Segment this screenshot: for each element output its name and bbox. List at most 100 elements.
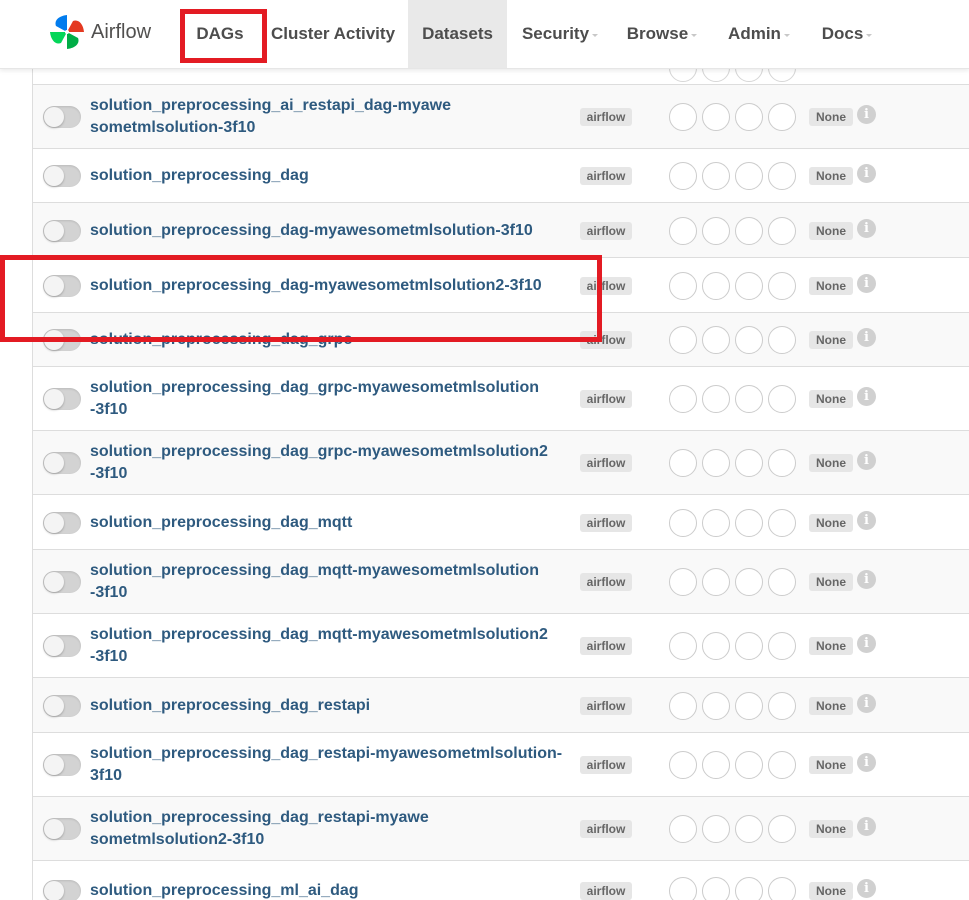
run-status-circle[interactable] — [735, 103, 763, 131]
owner-tag[interactable]: airflow — [580, 454, 632, 472]
run-status-circle[interactable] — [735, 877, 763, 900]
owner-tag[interactable]: airflow — [580, 331, 632, 349]
schedule-tag[interactable]: None — [809, 108, 853, 126]
run-status-circle[interactable] — [702, 449, 730, 477]
schedule-tag[interactable]: None — [809, 167, 853, 185]
info-icon[interactable]: i — [857, 105, 876, 124]
owner-tag[interactable]: airflow — [580, 513, 632, 532]
run-status-circle[interactable] — [735, 632, 763, 660]
schedule-tag[interactable]: None — [809, 454, 853, 472]
schedule-tag[interactable]: None — [809, 756, 853, 774]
nav-docs[interactable]: Docs — [815, 0, 879, 68]
run-status-circle[interactable] — [669, 326, 697, 354]
run-status-circle[interactable] — [702, 385, 730, 413]
info-icon[interactable]: i — [857, 879, 876, 898]
run-status-circle[interactable] — [669, 385, 697, 413]
run-status-circle[interactable] — [669, 751, 697, 779]
dag-pause-toggle[interactable] — [43, 880, 81, 900]
info-icon[interactable]: i — [857, 753, 876, 772]
run-status-circle[interactable] — [669, 632, 697, 660]
owner-tag[interactable]: airflow — [580, 390, 632, 408]
dag-name-link[interactable]: solution_preprocessing_dag_mqtt-myawesom… — [90, 560, 570, 604]
run-status-circle[interactable] — [669, 271, 697, 300]
run-status-circle[interactable] — [768, 216, 796, 245]
owner-tag[interactable]: airflow — [580, 221, 632, 240]
dag-pause-toggle[interactable] — [43, 329, 81, 351]
dag-name-link[interactable]: solution_preprocessing_dag_grpc-myawesom… — [90, 441, 570, 485]
nav-admin[interactable]: Admin — [722, 0, 796, 68]
info-icon[interactable]: i — [857, 218, 876, 238]
run-status-circle[interactable] — [669, 568, 697, 596]
run-status-circle[interactable] — [702, 632, 730, 660]
info-icon[interactable]: i — [857, 570, 876, 589]
run-status-circle[interactable] — [702, 568, 730, 596]
run-status-circle[interactable] — [768, 815, 796, 843]
info-icon[interactable]: i — [857, 634, 876, 653]
dag-pause-toggle[interactable] — [43, 754, 81, 776]
schedule-tag[interactable]: None — [809, 820, 853, 838]
owner-tag[interactable]: airflow — [580, 637, 632, 655]
dag-name-link[interactable]: solution_preprocessing_dag_mqtt — [90, 512, 570, 534]
schedule-tag[interactable]: None — [809, 573, 853, 591]
dag-pause-toggle[interactable] — [43, 106, 81, 128]
run-status-circle[interactable] — [702, 271, 730, 300]
dag-name-link[interactable]: solution_preprocessing_ai_restapi_dag-my… — [90, 95, 570, 139]
schedule-tag[interactable]: None — [809, 637, 853, 655]
dag-name-link[interactable]: solution_preprocessing_dag_restapi — [90, 695, 570, 717]
dag-pause-toggle[interactable] — [43, 511, 81, 534]
airflow-brand[interactable]: Airflow — [46, 12, 151, 52]
run-status-circle[interactable] — [735, 691, 763, 720]
dag-name-link[interactable]: solution_preprocessing_ml_ai_dag — [90, 880, 570, 900]
run-status-circle[interactable] — [669, 449, 697, 477]
schedule-tag[interactable]: None — [809, 882, 853, 900]
run-status-circle[interactable] — [768, 449, 796, 477]
run-status-circle[interactable] — [702, 691, 730, 720]
dag-pause-toggle[interactable] — [43, 818, 81, 840]
run-status-circle[interactable] — [768, 568, 796, 596]
run-status-circle[interactable] — [669, 877, 697, 900]
run-status-circle[interactable] — [669, 162, 697, 190]
owner-tag[interactable]: airflow — [580, 108, 632, 126]
dag-name-link[interactable]: solution_preprocessing_dag-myawesometmls… — [90, 275, 570, 297]
nav-security[interactable]: Security — [517, 0, 603, 68]
info-icon[interactable]: i — [857, 164, 876, 183]
run-status-circle[interactable] — [768, 751, 796, 779]
run-status-circle[interactable] — [768, 508, 796, 537]
owner-tag[interactable]: airflow — [580, 167, 632, 185]
run-status-circle[interactable] — [702, 216, 730, 245]
run-status-circle[interactable] — [735, 385, 763, 413]
run-status-circle[interactable] — [768, 271, 796, 300]
dag-pause-toggle[interactable] — [43, 165, 81, 187]
info-icon[interactable]: i — [857, 387, 876, 406]
dag-pause-toggle[interactable] — [43, 635, 81, 657]
run-status-circle[interactable] — [702, 751, 730, 779]
info-icon[interactable]: i — [857, 273, 876, 293]
dag-name-link[interactable]: solution_preprocessing_dag-myawesometmls… — [90, 220, 570, 242]
run-status-circle[interactable] — [768, 385, 796, 413]
dag-name-link[interactable]: solution_preprocessing_dag_restapi-myawe… — [90, 743, 570, 787]
run-status-circle[interactable] — [768, 162, 796, 190]
run-status-circle[interactable] — [735, 449, 763, 477]
schedule-tag[interactable]: None — [809, 221, 853, 240]
dag-pause-toggle[interactable] — [43, 694, 81, 717]
owner-tag[interactable]: airflow — [580, 276, 632, 295]
owner-tag[interactable]: airflow — [580, 573, 632, 591]
run-status-circle[interactable] — [768, 691, 796, 720]
run-status-circle[interactable] — [735, 751, 763, 779]
run-status-circle[interactable] — [669, 216, 697, 245]
schedule-tag[interactable]: None — [809, 276, 853, 295]
dag-name-link[interactable]: solution_preprocessing_dag_mqtt-myawesom… — [90, 624, 570, 668]
run-status-circle[interactable] — [702, 508, 730, 537]
run-status-circle[interactable] — [702, 326, 730, 354]
owner-tag[interactable]: airflow — [580, 756, 632, 774]
owner-tag[interactable]: airflow — [580, 882, 632, 900]
info-icon[interactable]: i — [857, 328, 876, 347]
info-icon[interactable]: i — [857, 817, 876, 836]
dag-pause-toggle[interactable] — [43, 571, 81, 593]
run-status-circle[interactable] — [768, 877, 796, 900]
info-icon[interactable]: i — [857, 693, 876, 713]
run-status-circle[interactable] — [768, 103, 796, 131]
dag-name-link[interactable]: solution_preprocessing_dag_grpc-myawesom… — [90, 377, 570, 421]
dag-pause-toggle[interactable] — [43, 219, 81, 242]
run-status-circle[interactable] — [669, 815, 697, 843]
